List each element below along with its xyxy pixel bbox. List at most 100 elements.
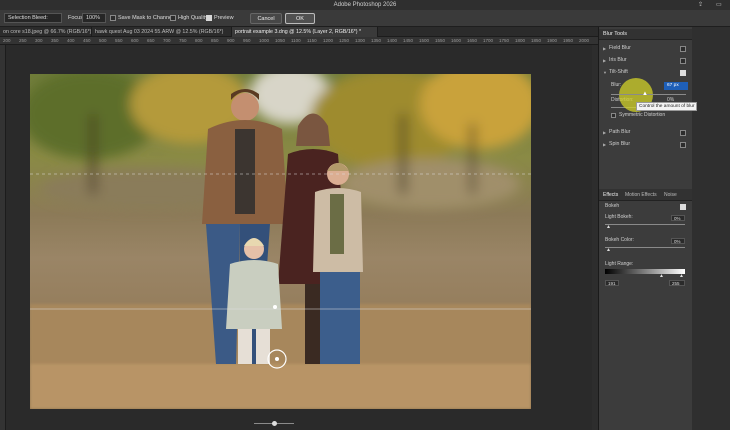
share-icon[interactable]: ⇪ (698, 0, 703, 10)
field-blur-checkbox[interactable] (680, 46, 686, 52)
photo-image (30, 74, 531, 409)
bokeh-color-value[interactable]: 0% (671, 238, 685, 244)
right-dock-strip (692, 27, 730, 430)
ruler-number: 300 (35, 38, 43, 43)
ruler-number: 1000 (259, 38, 270, 43)
tab-document-2[interactable]: hawk quest Aug 03 2024 55.ARW @ 12.5% (R… (92, 27, 232, 37)
path-blur-checkbox[interactable] (680, 130, 686, 136)
horizontal-ruler: 200 250 300 350 400 450 500 550 600 650 700 750 800 8… (0, 37, 598, 45)
light-range-high-knob[interactable]: ▲ (679, 273, 684, 279)
cancel-button[interactable]: Cancel (250, 13, 282, 24)
save-mask-label: Save Mask to Channels (118, 15, 177, 21)
title-bar: Adobe Photoshop 2026 ⇪ ▭ (0, 0, 730, 10)
tilt-shift-row[interactable]: ▼ Tilt-Shift (599, 67, 693, 78)
tab-noise[interactable]: Noise (664, 191, 677, 200)
ruler-number: 350 (51, 38, 59, 43)
high-quality-checkbox[interactable] (170, 15, 176, 21)
ruler-number: 600 (131, 38, 139, 43)
symmetric-distortion-label: Symmetric Distortion (619, 112, 666, 118)
expand-arrow-icon: ▶ (603, 58, 607, 63)
light-range-low-knob[interactable]: ▲ (659, 273, 664, 279)
ruler-number: 800 (195, 38, 203, 43)
spin-blur-checkbox[interactable] (680, 142, 686, 148)
ruler-number: 700 (163, 38, 171, 43)
symmetric-distortion-checkbox[interactable] (611, 113, 616, 118)
tab-document-1[interactable]: on core s18.jpeg @ 66.7% (RGB/16*) (0, 27, 92, 37)
ruler-number: 1500 (419, 38, 430, 43)
document-tabs: on core s18.jpeg @ 66.7% (RGB/16*) hawk … (0, 27, 598, 37)
iris-blur-row[interactable]: ▶ Iris Blur (599, 55, 693, 66)
effects-tabs: Effects Motion Effects Noise (599, 189, 693, 201)
ruler-number: 1450 (403, 38, 414, 43)
document-photo[interactable] (30, 74, 531, 409)
preview-label: Preview (214, 15, 234, 21)
spin-blur-row[interactable]: ▶ Spin Blur (599, 139, 693, 150)
ruler-number: 250 (19, 38, 27, 43)
ruler-number: 500 (99, 38, 107, 43)
preview-checkbox[interactable] (206, 15, 212, 21)
selection-bleed-field[interactable]: Selection Bleed: (4, 13, 62, 23)
tab-effects[interactable]: Effects (603, 191, 618, 200)
ruler-number: 1250 (339, 38, 350, 43)
light-bokeh-label: Light Bokeh: (605, 214, 633, 220)
light-range-high-value[interactable]: 255 (669, 280, 685, 286)
options-bar: Selection Bleed: Focus: 100% Save Mask t… (0, 10, 730, 27)
path-blur-label: Path Blur (609, 129, 631, 135)
iris-blur-label: Iris Blur (609, 57, 627, 63)
ruler-number: 550 (115, 38, 123, 43)
expand-arrow-icon: ▶ (603, 142, 607, 147)
light-bokeh-value[interactable]: 0% (671, 215, 685, 221)
tilt-shift-checkbox[interactable] (680, 70, 686, 76)
ruler-number: 1350 (371, 38, 382, 43)
iris-blur-checkbox[interactable] (680, 58, 686, 64)
ruler-number: 1050 (275, 38, 286, 43)
focus-field[interactable]: 100% (82, 13, 106, 23)
light-range-gradient (605, 269, 685, 274)
bokeh-color-slider-knob[interactable]: ▲ (606, 247, 611, 253)
expand-arrow-icon: ▶ (603, 46, 607, 51)
blur-tools-title: Blur Tools (603, 31, 628, 37)
ruler-number: 1550 (435, 38, 446, 43)
ruler-number: 1850 (531, 38, 542, 43)
person-boy (313, 163, 363, 364)
bokeh-checkbox[interactable] (680, 204, 686, 210)
tab-motion-effects[interactable]: Motion Effects (625, 191, 657, 200)
tab-document-3[interactable]: portrait example 3.dng @ 12.5% (Layer 2,… (232, 27, 378, 37)
expand-arrow-icon: ▶ (603, 130, 607, 135)
light-bokeh-slider-knob[interactable]: ▲ (606, 224, 611, 230)
selection-bleed-label: Selection Bleed: (8, 15, 48, 21)
ok-button[interactable]: OK (285, 13, 315, 24)
blur-slider-knob[interactable]: ▲ (642, 91, 648, 97)
ruler-number: 1950 (563, 38, 574, 43)
bokeh-label: Bokeh (605, 203, 620, 209)
light-range-low-value[interactable]: 191 (605, 280, 619, 286)
blur-tools-header: Blur Tools (599, 29, 693, 40)
spin-blur-label: Spin Blur (609, 141, 631, 147)
field-blur-row[interactable]: ▶ Field Blur (599, 43, 693, 54)
ruler-number: 1150 (307, 38, 317, 43)
blur-value-field[interactable]: 67 px (664, 82, 688, 90)
bokeh-color-label: Bokeh Color: (605, 237, 634, 243)
blur-slider-line[interactable] (612, 94, 686, 95)
app-title: Adobe Photoshop 2026 (333, 2, 397, 8)
bokeh-color-slider-track[interactable] (605, 247, 685, 248)
ruler-number: 650 (147, 38, 155, 43)
ruler-number: 850 (211, 38, 219, 43)
collapse-arrow-icon: ▼ (603, 70, 607, 75)
ruler-number: 450 (83, 38, 91, 43)
ruler-number: 1400 (387, 38, 398, 43)
save-mask-checkbox[interactable] (110, 15, 116, 21)
ruler-number: 950 (243, 38, 251, 43)
ruler-number: 750 (179, 38, 187, 43)
layout-icon[interactable]: ▭ (716, 0, 722, 10)
ruler-number: 1200 (323, 38, 334, 43)
canvas-zoom-knob[interactable] (272, 421, 277, 426)
light-bokeh-slider-track[interactable] (605, 224, 685, 225)
tilt-shift-label: Tilt-Shift (609, 69, 628, 75)
ruler-number: 2000 (579, 38, 590, 43)
light-range-label: Light Range: (605, 261, 634, 267)
tilt-shift-handle (273, 305, 277, 309)
high-quality-label: High Quality (178, 15, 208, 21)
ruler-number: 1100 (291, 38, 301, 43)
path-blur-row[interactable]: ▶ Path Blur (599, 127, 693, 138)
